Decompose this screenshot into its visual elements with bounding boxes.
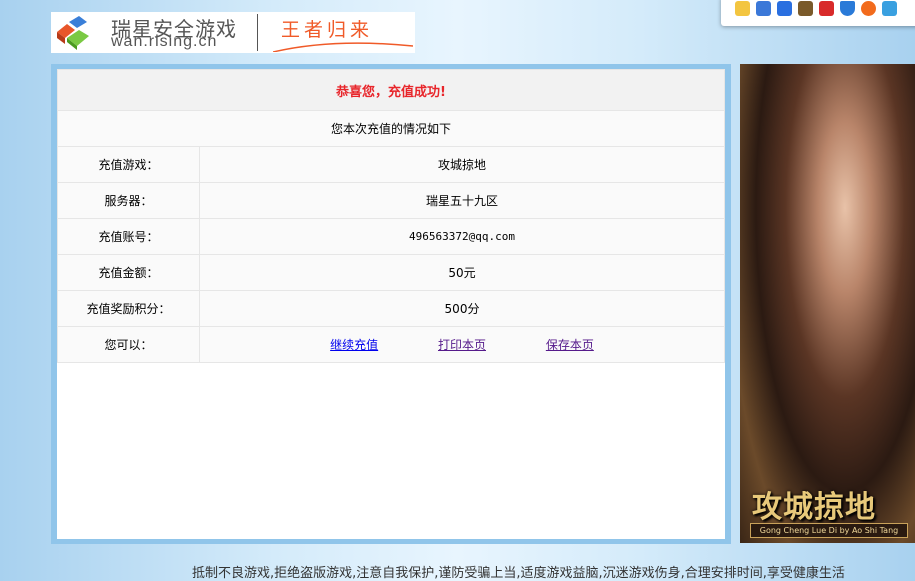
row-label: 充值金额： <box>57 254 200 291</box>
rising-logo-banner[interactable]: 瑞星安全游戏 wan.rising.cn 王者归来 <box>51 12 415 53</box>
browser-addon-toolbar <box>721 0 915 26</box>
table-row: 充值金额： 50元 <box>57 254 725 291</box>
print-page-link[interactable]: 打印本页 <box>438 336 486 353</box>
table-row: 充值游戏： 攻城掠地 <box>57 146 725 183</box>
table-row: 充值账号： 496563372@qq.com <box>57 218 725 255</box>
game-character-icon[interactable] <box>882 1 897 16</box>
recharge-result-panel: 恭喜您，充值成功! 您本次充值的情况如下 充值游戏： 攻城掠地 服务器： 瑞星五十九… <box>51 64 731 544</box>
logo-divider <box>257 14 258 51</box>
row-label: 充值账号： <box>57 218 200 255</box>
promo-subtitle: Gong Cheng Lue Di by Ao Shi Tang <box>750 523 908 538</box>
row-label: 您可以： <box>57 326 200 363</box>
treasure-chest-icon[interactable] <box>798 1 813 16</box>
recharge-result-table: 恭喜您，充值成功! 您本次充值的情况如下 充值游戏： 攻城掠地 服务器： 瑞星五十九… <box>57 69 725 363</box>
table-row: 您可以： 继续充值 打印本页 保存本页 <box>57 326 725 363</box>
row-label: 充值游戏： <box>57 146 200 183</box>
actions-cell: 继续充值 打印本页 保存本页 <box>199 326 725 363</box>
success-title: 恭喜您，充值成功! <box>57 69 725 111</box>
account-value: 496563372@qq.com <box>199 218 725 255</box>
row-label: 充值奖励积分： <box>57 290 200 327</box>
shield-t-icon[interactable] <box>840 1 855 16</box>
save-page-link[interactable]: 保存本页 <box>546 336 594 353</box>
table-row: 充值奖励积分： 500分 <box>57 290 725 327</box>
game-promo-banner[interactable]: 攻城掠地 Gong Cheng Lue Di by Ao Shi Tang <box>740 64 915 543</box>
row-label: 服务器： <box>57 182 200 219</box>
star-icon[interactable] <box>735 1 750 16</box>
game-value: 攻城掠地 <box>199 146 725 183</box>
swoosh-decoration <box>273 42 413 52</box>
result-subtitle: 您本次充值的情况如下 <box>57 110 725 147</box>
badge-icon[interactable] <box>819 1 834 16</box>
anti-addiction-notice: 抵制不良游戏,拒绝盗版游戏,注意自我保护,谨防受骗上当,适度游戏益脑,沉迷游戏伤… <box>192 566 845 581</box>
orange-swirl-icon[interactable] <box>861 1 876 16</box>
shield-check-icon[interactable] <box>777 1 792 16</box>
amount-value: 50元 <box>199 254 725 291</box>
points-value: 500分 <box>199 290 725 327</box>
logo-slogan: 王者归来 <box>281 19 374 41</box>
promo-title: 攻城掠地 <box>752 490 876 525</box>
rising-cube-logo-icon <box>57 16 89 50</box>
server-value: 瑞星五十九区 <box>199 182 725 219</box>
id-card-icon[interactable] <box>756 1 771 16</box>
continue-recharge-link[interactable]: 继续充值 <box>330 336 378 353</box>
logo-domain: wan.rising.cn <box>111 33 218 50</box>
table-row: 服务器： 瑞星五十九区 <box>57 182 725 219</box>
